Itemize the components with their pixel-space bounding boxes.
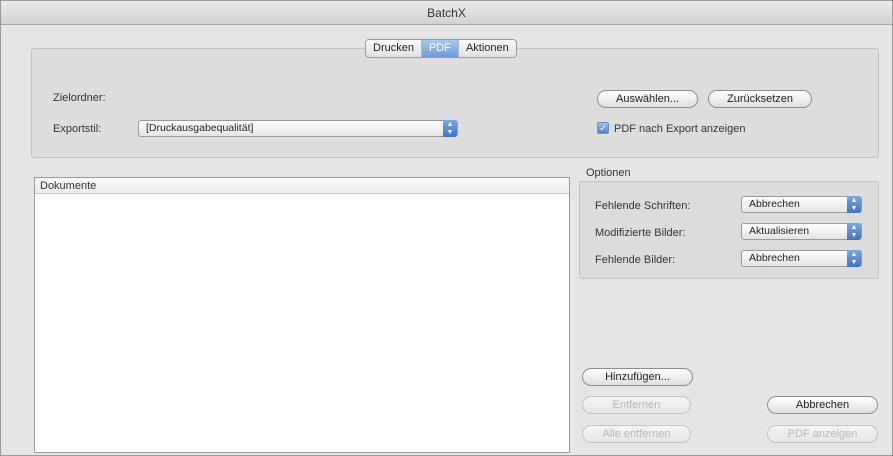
modified-images-select[interactable]: Aktualisieren ▲ ▼ xyxy=(741,223,862,240)
tab-drucken[interactable]: Drucken xyxy=(366,40,422,57)
up-down-arrows-icon: ▲ ▼ xyxy=(847,196,861,213)
add-button[interactable]: Hinzufügen... xyxy=(582,368,693,386)
show-pdf-after-export-label: PDF nach Export anzeigen xyxy=(614,123,746,135)
export-style-select[interactable]: [Druckausgabequalität] ▲ ▼ xyxy=(138,120,458,137)
checkmark-icon: ✓ xyxy=(599,123,607,133)
missing-fonts-value: Abbrechen xyxy=(749,198,800,210)
missing-images-label: Fehlende Bilder: xyxy=(595,254,676,266)
show-pdf-after-export-checkbox[interactable]: ✓ xyxy=(597,122,609,134)
choose-button[interactable]: Auswählen... xyxy=(597,90,698,108)
missing-fonts-label: Fehlende Schriften: xyxy=(595,200,691,212)
tab-pdf[interactable]: PDF xyxy=(421,40,459,57)
target-folder-label: Zielordner: xyxy=(53,92,106,104)
remove-all-button[interactable]: Alle entfernen xyxy=(582,425,691,443)
options-title: Optionen xyxy=(586,167,631,179)
export-style-label: Exportstil: xyxy=(53,123,102,135)
modified-images-label: Modifizierte Bilder: xyxy=(595,227,686,239)
window-title: BatchX xyxy=(1,1,892,25)
batchx-window: BatchX Drucken PDF Aktionen Zielordner: … xyxy=(0,0,893,456)
up-down-arrows-icon: ▲ ▼ xyxy=(847,223,861,240)
cancel-button[interactable]: Abbrechen xyxy=(767,396,878,414)
tab-bar: Drucken PDF Aktionen xyxy=(365,39,517,58)
reset-button[interactable]: Zurücksetzen xyxy=(708,90,812,108)
tab-aktionen[interactable]: Aktionen xyxy=(459,40,516,57)
documents-list[interactable]: Dokumente xyxy=(34,177,570,453)
documents-column-header[interactable]: Dokumente xyxy=(35,178,569,194)
missing-images-select[interactable]: Abbrechen ▲ ▼ xyxy=(741,250,862,267)
up-down-arrows-icon: ▲ ▼ xyxy=(443,120,457,137)
modified-images-value: Aktualisieren xyxy=(749,225,810,237)
show-pdf-button[interactable]: PDF anzeigen xyxy=(767,425,878,443)
missing-images-value: Abbrechen xyxy=(749,252,800,264)
up-down-arrows-icon: ▲ ▼ xyxy=(847,250,861,267)
remove-button[interactable]: Entfernen xyxy=(582,396,691,414)
export-style-value: [Druckausgabequalität] xyxy=(146,122,254,134)
missing-fonts-select[interactable]: Abbrechen ▲ ▼ xyxy=(741,196,862,213)
